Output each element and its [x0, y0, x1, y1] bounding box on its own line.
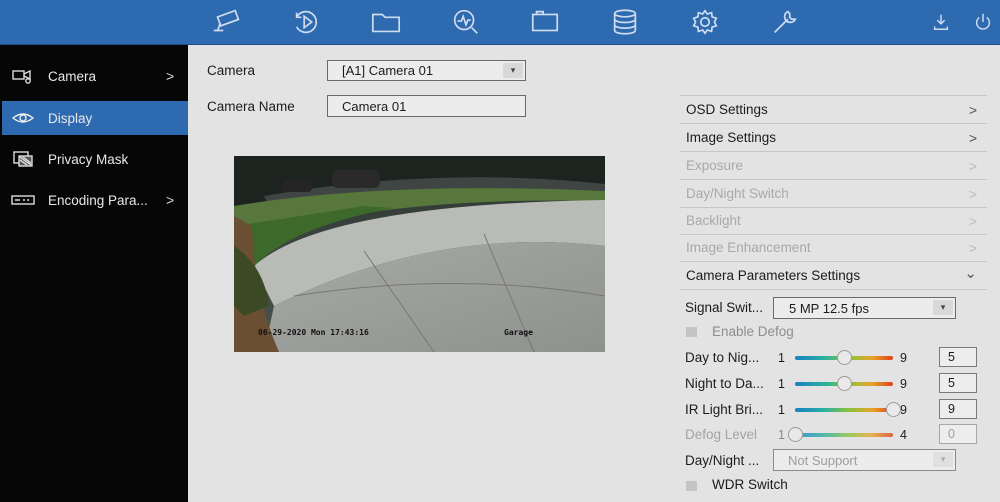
settings-gear-icon[interactable] [688, 6, 722, 38]
slider-thumb[interactable] [788, 427, 803, 442]
storage-database-icon[interactable] [608, 6, 642, 38]
chevron-right-icon: > [968, 185, 977, 202]
sidebar-item-label: Camera [48, 68, 97, 84]
slider-min: 1 [778, 428, 785, 442]
slider-max: 4 [900, 428, 907, 442]
night-to-day-value[interactable]: 5 [939, 373, 977, 393]
sidebar-item-camera[interactable]: Camera > [2, 59, 188, 93]
chevron-right-icon: > [968, 129, 977, 146]
enable-defog-checkbox[interactable] [686, 327, 697, 337]
osd-channel-name: Garage [504, 328, 533, 337]
slider-thumb[interactable] [886, 402, 901, 417]
defog-level-slider[interactable] [795, 433, 893, 437]
camera-name-label: Camera Name [207, 99, 295, 114]
section-label: Exposure [686, 158, 744, 173]
privacy-mask-icon [10, 149, 36, 169]
ir-light-brightness-label: IR Light Bri... [685, 402, 764, 417]
section-label: Backlight [686, 213, 741, 228]
slider-min: 1 [778, 351, 785, 365]
signal-switch-value: 5 MP 12.5 fps [789, 300, 869, 316]
camera-icon [10, 66, 36, 86]
section-backlight[interactable]: Backlight > [680, 207, 987, 235]
section-label: Image Enhancement [686, 240, 811, 255]
day-to-night-label: Day to Nig... [685, 350, 760, 365]
section-label: OSD Settings [686, 102, 768, 117]
section-image-enhancement[interactable]: Image Enhancement > [680, 234, 987, 262]
search-analytics-icon[interactable] [449, 6, 483, 38]
eye-icon [10, 108, 36, 128]
camera-select-value: [A1] Camera 01 [342, 63, 434, 78]
slider-min: 1 [778, 403, 785, 417]
section-exposure[interactable]: Exposure > [680, 152, 987, 180]
chevron-down-icon: ⌄ [964, 265, 977, 282]
signal-switch-select[interactable]: 5 MP 12.5 fps ▾ [773, 297, 956, 319]
camera-name-value: Camera 01 [342, 98, 407, 114]
camera-config-icon[interactable] [528, 6, 562, 38]
sidebar-item-label: Privacy Mask [48, 151, 129, 167]
chevron-right-icon: > [968, 157, 977, 174]
defog-level-label: Defog Level [685, 427, 758, 442]
encoding-icon [10, 190, 36, 210]
signal-switch-label: Signal Swit... [685, 300, 764, 315]
sidebar-item-privacy-mask[interactable]: Privacy Mask [2, 142, 188, 176]
chevron-down-icon: ▾ [933, 300, 953, 315]
sidebar-item-label: Encoding Para... [48, 192, 148, 208]
sidebar: Camera > Display Privacy Mask Encoding P… [0, 45, 188, 502]
section-label: Camera Parameters Settings [686, 268, 861, 283]
osd-timestamp: 06-29-2020 Mon 17:43:16 [258, 328, 369, 337]
chevron-down-icon: ▾ [503, 63, 523, 78]
chevron-right-icon: > [166, 192, 175, 208]
folder-icon[interactable] [369, 6, 403, 38]
camera-scene-image [234, 156, 605, 352]
slider-max: 9 [900, 351, 907, 365]
wdr-switch-checkbox[interactable] [686, 481, 697, 491]
section-day-night-switch[interactable]: Day/Night Switch > [680, 180, 987, 208]
day-night-label: Day/Night ... [685, 453, 760, 468]
live-preview[interactable]: 06-29-2020 Mon 17:43:16 Garage [234, 156, 605, 352]
chevron-right-icon: > [968, 239, 977, 256]
playback-icon[interactable] [290, 6, 324, 38]
defog-level-value[interactable]: 0 [939, 424, 977, 444]
camera-select[interactable]: [A1] Camera 01 ▾ [327, 60, 526, 81]
chevron-right-icon: > [968, 101, 977, 118]
night-to-day-label: Night to Da... [685, 376, 764, 391]
slider-max: 9 [900, 403, 907, 417]
day-night-select[interactable]: Not Support ▾ [773, 449, 956, 471]
section-camera-parameters-settings[interactable]: Camera Parameters Settings ⌄ [680, 262, 987, 290]
day-night-value: Not Support [788, 452, 858, 468]
camera-label: Camera [207, 63, 256, 78]
ir-light-brightness-value[interactable]: 9 [939, 399, 977, 419]
sidebar-item-label: Display [48, 110, 93, 126]
section-label: Day/Night Switch [686, 186, 789, 201]
download-icon[interactable] [930, 11, 952, 33]
maintenance-wrench-icon[interactable] [768, 6, 802, 38]
cctv-camera-icon[interactable] [210, 6, 244, 38]
enable-defog-label: Enable Defog [712, 324, 794, 339]
slider-min: 1 [778, 377, 785, 391]
sidebar-item-encoding[interactable]: Encoding Para... > [2, 183, 188, 217]
slider-thumb[interactable] [837, 350, 852, 365]
camera-name-input[interactable]: Camera 01 [327, 95, 526, 117]
power-icon[interactable] [972, 11, 994, 33]
slider-thumb[interactable] [837, 376, 852, 391]
slider-max: 9 [900, 377, 907, 391]
chevron-right-icon: > [166, 68, 175, 84]
ir-light-brightness-slider[interactable] [795, 408, 893, 412]
section-osd-settings[interactable]: OSD Settings > [680, 96, 987, 124]
sidebar-item-display[interactable]: Display [2, 101, 188, 135]
chevron-right-icon: > [968, 212, 977, 229]
section-image-settings[interactable]: Image Settings > [680, 124, 987, 152]
top-toolbar [0, 0, 1000, 45]
chevron-down-icon: ▾ [933, 452, 953, 467]
wdr-switch-label: WDR Switch [712, 477, 788, 492]
section-label: Image Settings [686, 130, 777, 145]
day-to-night-value[interactable]: 5 [939, 347, 977, 367]
